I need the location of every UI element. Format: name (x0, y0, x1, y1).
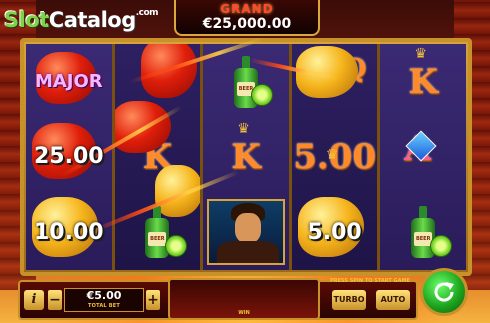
reel-4-cell-1: Q (292, 44, 378, 119)
cash-value: 5.00 (307, 219, 362, 245)
crown-icon: ♛ (325, 147, 339, 164)
lime-icon (430, 234, 453, 257)
control-bar: i − €5.00 TOTAL BET + WIN PRESS SPIN TO … (0, 268, 490, 323)
autoplay-button[interactable]: AUTO (376, 290, 410, 310)
watermark-logo: SlotCatalog.com (4, 8, 159, 32)
major-jackpot-label: MAJOR (34, 71, 103, 93)
reel-5-cell-1: ♛ K (380, 44, 466, 119)
card-symbol-k: K (408, 61, 438, 102)
bet-label: TOTAL BET (88, 303, 120, 309)
reel-1-cell-1: MAJOR (26, 44, 112, 119)
cash-value: 10.00 (34, 219, 104, 245)
info-button[interactable]: i (24, 290, 44, 310)
reel-3: BEER ♛ K (203, 44, 289, 270)
turbo-button[interactable]: TURBO (332, 290, 366, 310)
bet-value: €5.00 (86, 289, 122, 302)
refresh-icon (434, 282, 454, 302)
total-bet-display: €5.00 TOTAL BET (64, 288, 144, 312)
increase-bet-button[interactable]: + (146, 290, 160, 310)
reel-5-cell-3: BEER (380, 195, 466, 270)
reel-3-cell-3 (203, 195, 289, 270)
reel-5-cell-2: A (380, 119, 466, 194)
reel-2: K BEER (114, 44, 201, 270)
win-label: WIN (238, 310, 250, 316)
crown-icon: ♛ (414, 46, 427, 62)
reel-5: ♛ K A BEER (380, 44, 466, 270)
lime-icon (164, 234, 187, 257)
reel-3-cell-2: ♛ K (203, 119, 289, 194)
decrease-bet-button[interactable]: − (48, 290, 62, 310)
reel-4-cell-3: 5.00 (292, 195, 378, 270)
reel-grid: MAJOR 25.00 10.00 K BEER BEER ♛ K ♛ 5.00… (26, 44, 466, 270)
reel-1-cell-2: 25.00 (26, 119, 112, 194)
spin-button[interactable] (420, 268, 468, 316)
crown-icon: ♛ (237, 121, 250, 138)
lime-icon (251, 84, 274, 106)
grand-jackpot-panel: GRAND €25,000.00 (174, 0, 320, 36)
press-spin-hint: PRESS SPIN TO START GAME (330, 278, 410, 284)
cash-value: 25.00 (34, 144, 104, 170)
reel-1-cell-3: 10.00 (26, 195, 112, 270)
grand-value: €25,000.00 (202, 16, 292, 32)
reel-4-cell-2: ♛ 5.00 (292, 119, 378, 194)
grand-label: GRAND (220, 2, 274, 16)
reel-1: MAJOR 25.00 10.00 (26, 44, 112, 270)
win-display: WIN (168, 278, 320, 320)
hero-man-icon (207, 198, 286, 265)
